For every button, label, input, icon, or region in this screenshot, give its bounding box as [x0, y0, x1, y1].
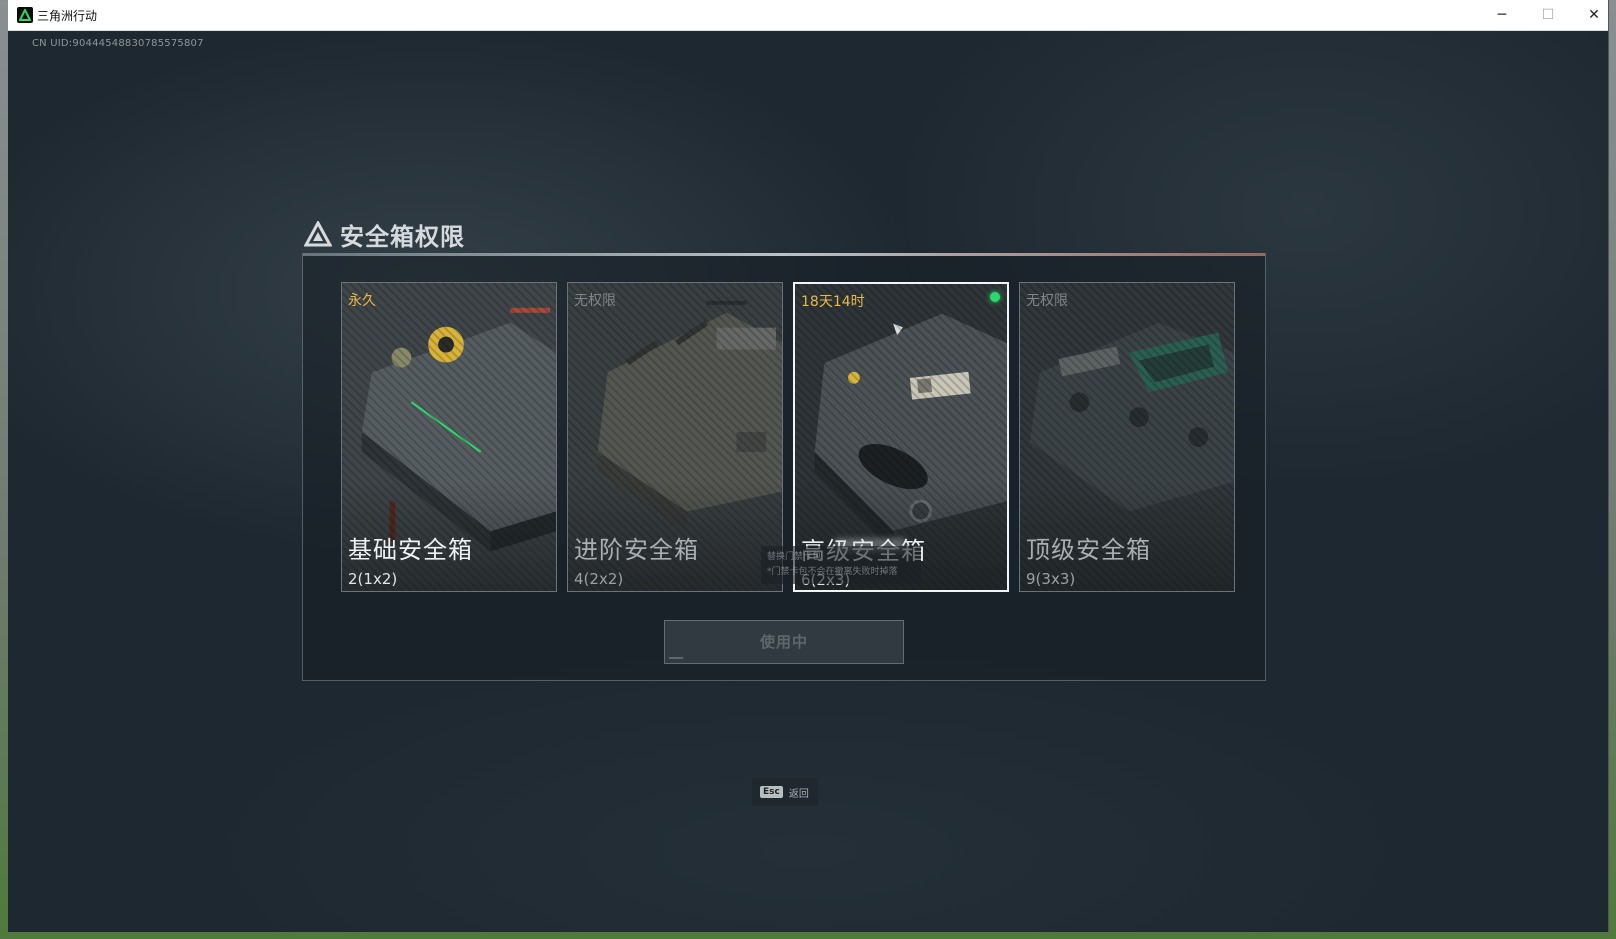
delta-logo-icon	[304, 221, 332, 247]
esc-back-label: 返回	[788, 788, 809, 800]
card-status: 18天14时	[801, 294, 865, 310]
window-title: 三角洲行动	[37, 9, 98, 23]
maximize-button[interactable]: ☐	[1525, 0, 1571, 30]
tooltip-line: 替换门禁卡包	[767, 552, 822, 562]
close-button[interactable]: ✕	[1571, 0, 1616, 30]
app-logo-icon	[17, 7, 33, 23]
panel-top-border	[303, 253, 1265, 256]
panel-title: 安全箱权限	[340, 222, 465, 251]
player-uid: CN UID:9044454883078557​5807	[32, 38, 204, 49]
card-size: 4(2x2)	[574, 570, 624, 588]
game-window: 三角洲行动 ─ ☐ ✕ CN UID:9044454883078557​5807…	[8, 0, 1609, 932]
in-use-button[interactable]: 使用中	[664, 620, 904, 664]
button-corner-mark	[669, 657, 683, 659]
card-status: 无权限	[574, 293, 616, 309]
in-use-button-label: 使用中	[759, 633, 808, 651]
card-status: 无权限	[1026, 293, 1068, 309]
active-indicator-icon	[990, 292, 1000, 302]
card-advanced-safe-box[interactable]: 无权限 进阶安全箱 4(2x2)	[567, 282, 783, 592]
card-size: 9(3x3)	[1026, 570, 1076, 588]
tooltip-line: *门禁卡包不会在撤离失败时掉落	[767, 567, 898, 577]
panel-header: 安全箱权限	[304, 216, 465, 252]
title-bar: 三角洲行动 ─ ☐ ✕	[8, 0, 1608, 31]
card-name: 顶级安全箱	[1026, 536, 1151, 564]
esc-key-icon: Esc	[760, 786, 783, 798]
faded-tooltip: 替换门禁卡包 *门禁卡包不会在撤离失败时掉落	[761, 546, 921, 584]
card-name: 进阶安全箱	[574, 536, 699, 564]
card-name: 基础安全箱	[348, 536, 473, 564]
minimize-button[interactable]: ─	[1479, 0, 1525, 30]
card-basic-safe-box[interactable]: 永久 基础安全箱 2(1x2)	[341, 282, 557, 592]
card-size: 2(1x2)	[348, 570, 398, 588]
esc-back-hint[interactable]: Esc 返回	[752, 778, 818, 806]
safe-box-panel: 永久 基础安全箱 2(1x2) 无权限 进阶安全箱 4(2x2) 18天14时 …	[302, 253, 1266, 681]
game-viewport: CN UID:9044454883078557​5807 安全箱权限	[8, 31, 1608, 932]
card-status: 永久	[348, 293, 376, 309]
card-top-safe-box[interactable]: 无权限 顶级安全箱 9(3x3)	[1019, 282, 1235, 592]
